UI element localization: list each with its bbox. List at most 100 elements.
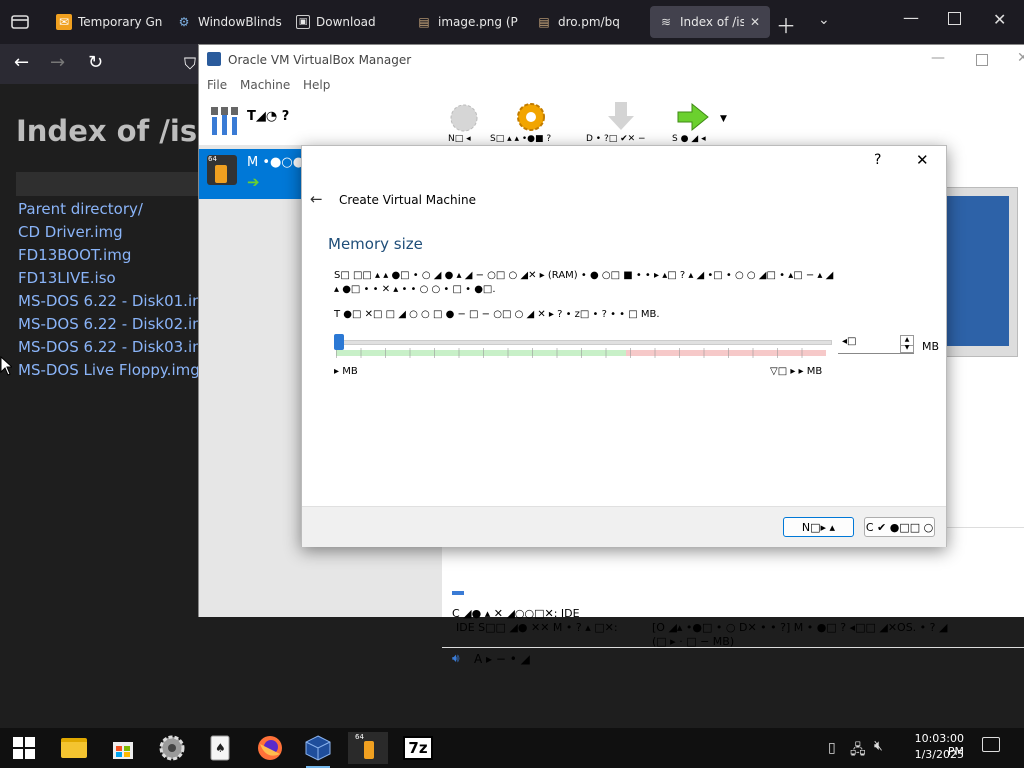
msdos-vm-icon: 64 [355,733,381,761]
clock-date[interactable]: 1/3/2025 [900,748,964,761]
taskbar-msdos-vm[interactable]: 64 [348,732,388,764]
forward-arrow-icon[interactable]: → [50,52,65,73]
vbox-menu-bar: File Machine Help [199,75,1024,97]
vbox-toolbar: N□ ◂ S□ ▴ ▴ •●■ ? D • ?□ ✔✕ − ▼ S ● ◢ ◂ [442,97,1024,147]
dialog-close-button[interactable]: ✕ [916,151,929,169]
tab-label: Download [316,15,376,29]
close-window-icon[interactable]: ✕ [993,10,1006,29]
memory-unit: MB [922,340,940,353]
discard-button[interactable]: D • ?□ ✔✕ − [584,100,660,146]
slider-max-label: ▽□ ▸ ▸ MB [770,366,823,377]
toolbar-new-label: N□ ◂ [448,134,471,144]
tab-overview-button[interactable] [10,12,30,32]
menu-help[interactable]: Help [303,78,330,92]
tab-list-chevron-icon[interactable]: ⌄ [818,12,830,28]
start-button[interactable] [4,732,44,764]
svg-text:♠: ♠ [215,741,226,755]
menu-machine[interactable]: Machine [240,78,290,92]
minimize-button[interactable]: — [903,8,919,27]
next-button[interactable]: N□▸ ▴ [783,517,854,537]
new-vm-icon [450,104,478,132]
vbox-close-button[interactable]: ✕ [1017,50,1024,66]
slider-handle[interactable] [334,334,344,350]
network-icon[interactable]: 🖧︎ [850,739,866,763]
store-icon [113,742,133,759]
reload-icon[interactable]: ↻ [88,52,103,73]
preview-screen [947,196,1009,346]
taskbar-firefox[interactable] [250,732,290,764]
new-vm-button[interactable]: N□ ◂ [446,100,486,146]
browser-nav-toolbar: ← → ↻ ⛉ [0,44,200,84]
spin-down-arrow-icon[interactable]: ▼ [900,344,914,353]
volume-muted-icon[interactable]: 🔇︎ [874,738,883,754]
tab-label: Temporary Gn [78,15,163,29]
tools-item[interactable]: T◢◔ ? [199,97,442,145]
file-explorer-icon [61,738,87,758]
browser-tab-temp-gmail[interactable]: ✉ Temporary Gn [48,6,168,38]
tools-icon [211,107,238,135]
vm-os-shape [215,165,227,183]
virtualbox-logo-icon [207,52,221,66]
dialog-button-bar: N□▸ ▴ C ✔ ●□□ ○ [302,506,946,547]
link-fd13live[interactable]: FD13LIVE.iso [18,269,116,287]
discard-arrow-icon [608,102,634,130]
link-msdos-disk02[interactable]: MS-DOS 6.22 - Disk02.img [18,315,216,333]
usb-device-icon[interactable]: ▯ [828,740,836,756]
7zip-icon: 7z [403,736,433,760]
link-parent-directory[interactable]: Parent directory/ [18,200,143,218]
back-arrow-icon[interactable]: ← [14,52,29,73]
memory-slider[interactable] [334,334,832,362]
start-dropdown-icon[interactable]: ▼ [720,114,727,124]
start-button[interactable]: ▼ S ● ◢ ◂ [670,100,740,146]
menu-file[interactable]: File [207,78,227,92]
browser-tab-dro[interactable]: ▤ dro.pm/bq [528,6,648,38]
taskbar-solitaire[interactable]: ♠ [200,732,240,764]
vm-badge: 64 [208,155,217,163]
browser-tab-image[interactable]: ▤ image.png (P [408,6,528,38]
restore-button[interactable] [948,12,961,25]
dialog-title: Create Virtual Machine [339,193,476,207]
preview-panel [942,187,1018,357]
browser-tab-bar: ✉ Temporary Gn ⚙ WindowBlinds ▣ Download… [0,0,1024,44]
vbox-maximize-button[interactable] [976,54,988,66]
browser-tab-download[interactable]: ▣ Download [288,6,408,38]
taskbar-virtualbox[interactable] [298,732,338,768]
slider-min-label: ▸ MB [334,366,358,377]
browser-tab-windowblinds[interactable]: ⚙ WindowBlinds [168,6,288,38]
tab-label: dro.pm/bq [558,15,620,29]
browser-tab-index-iso[interactable]: ≋ Index of /is ✕ [650,6,770,38]
link-msdos-disk01[interactable]: MS-DOS 6.22 - Disk01.img [18,292,216,310]
cancel-button[interactable]: C ✔ ●□□ ○ [864,517,935,537]
memory-spinbox[interactable]: ◂□ ▲ ▼ [838,335,914,354]
link-cd-driver[interactable]: CD Driver.img [18,223,123,241]
notifications-icon[interactable] [982,737,1000,752]
settings-gear-icon [517,103,545,131]
tools-label: T◢◔ ? [247,109,290,124]
toolbar-settings-label: S□ ▴ ▴ •●■ ? [490,134,552,144]
details-separator-2 [442,647,1024,648]
vbox-minimize-button[interactable]: — [931,50,945,66]
taskbar-store[interactable] [103,732,143,764]
windows-logo-icon [13,737,35,759]
back-arrow-icon[interactable]: ← [310,190,323,208]
taskbar-settings-app[interactable] [152,732,192,764]
shield-icon[interactable]: ⛉ [184,54,196,74]
directory-listing-page: Index of /iso Parent directory/ CD Drive… [0,84,217,718]
vm-running-arrow-icon: ➔ [247,173,260,191]
mail-icon: ✉ [56,14,72,30]
vm-badge: 64 [355,733,364,741]
tab-label: WindowBlinds [198,15,282,29]
vbox-window-title: Oracle VM VirtualBox Manager [228,53,412,67]
dialog-help-button[interactable]: ? [874,152,881,168]
link-fd13boot[interactable]: FD13BOOT.img [18,246,131,264]
taskbar-7zip[interactable]: 7z [398,732,438,764]
close-tab-icon[interactable]: ✕ [750,15,760,29]
new-tab-button[interactable]: ＋ [776,10,796,39]
toolbar-discard-label: D • ?□ ✔✕ − [586,134,646,144]
taskbar-file-explorer[interactable] [54,732,94,764]
tab-overview-icon [11,15,29,29]
settings-button[interactable]: S□ ▴ ▴ •●■ ? [490,100,570,146]
link-msdos-disk03[interactable]: MS-DOS 6.22 - Disk03.img [18,338,216,356]
link-msdos-live-floppy[interactable]: MS-DOS Live Floppy.img [18,361,200,379]
vm-list-item[interactable]: 64 ➔ M •●○● [199,149,304,199]
